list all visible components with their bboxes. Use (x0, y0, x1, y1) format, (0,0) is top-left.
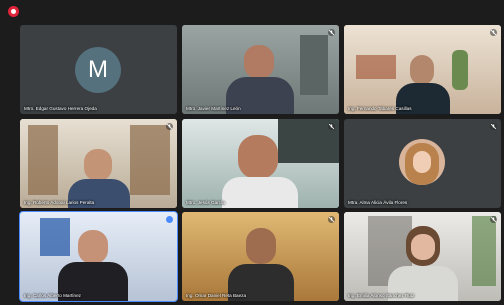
speaking-indicator-icon (166, 216, 173, 223)
mic-off-icon (490, 29, 497, 36)
participant-name: Mtro. Edgar Gustavo Herrera Ojeda (24, 106, 97, 111)
mic-off-icon (166, 123, 173, 130)
meeting-top-bar (0, 0, 504, 20)
participant-tile[interactable]: Mtro. Javier Martínez León (182, 25, 339, 114)
video-background (300, 35, 328, 95)
participant-name: Ing. Fernando Tabarés Casillas (348, 106, 412, 111)
person-silhouette (222, 177, 298, 208)
person-silhouette (84, 149, 112, 181)
person-silhouette (78, 230, 108, 264)
video-background (452, 50, 468, 90)
avatar (399, 139, 445, 185)
mic-off-icon (490, 216, 497, 223)
video-background (130, 125, 170, 195)
participant-name: Mtro. Javier Martínez León (186, 106, 241, 111)
person-silhouette (411, 234, 435, 260)
participant-name: Mtro. Jesús García (186, 200, 225, 205)
participant-tile-speaking[interactable]: Ing. Carlos Alberto Martínez (19, 211, 178, 302)
avatar-face (413, 151, 431, 173)
participant-name: Ing. Emilia Alonso Sánchez Ruiz (348, 293, 415, 298)
video-background (356, 55, 396, 79)
participant-tile[interactable]: M Mtro. Edgar Gustavo Herrera Ojeda (20, 25, 177, 114)
mic-off-icon (328, 123, 335, 130)
participant-name: Mtra. Alma Alicia Ávila Flores (348, 200, 408, 205)
participant-name: Ing. Omar Daniel Reta Baeza (186, 293, 247, 298)
video-background (472, 216, 496, 286)
avatar-initial: M (88, 56, 108, 83)
person-silhouette (244, 45, 274, 79)
participant-tile[interactable]: Mtro. Jesús García (182, 119, 339, 208)
person-silhouette (410, 55, 434, 85)
mic-off-icon (490, 123, 497, 130)
person-silhouette (246, 228, 276, 264)
participant-name: Ing. Roberto Adonai Larios Peralta (24, 200, 95, 205)
participant-tile[interactable]: Ing. Emilia Alonso Sánchez Ruiz (344, 212, 501, 301)
mic-off-icon (328, 216, 335, 223)
mic-off-icon (328, 29, 335, 36)
participant-tile[interactable]: Ing. Omar Daniel Reta Baeza (182, 212, 339, 301)
video-background (28, 125, 58, 195)
person-silhouette (238, 135, 278, 179)
participant-name: Ing. Carlos Alberto Martínez (24, 293, 81, 298)
participant-tile[interactable]: Ing. Roberto Adonai Larios Peralta (20, 119, 177, 208)
participant-tile[interactable]: Ing. Fernando Tabarés Casillas (344, 25, 501, 114)
record-icon[interactable] (8, 6, 19, 17)
participant-tile[interactable]: Mtra. Alma Alicia Ávila Flores (344, 119, 501, 208)
video-background (40, 218, 70, 256)
avatar: M (75, 47, 121, 93)
